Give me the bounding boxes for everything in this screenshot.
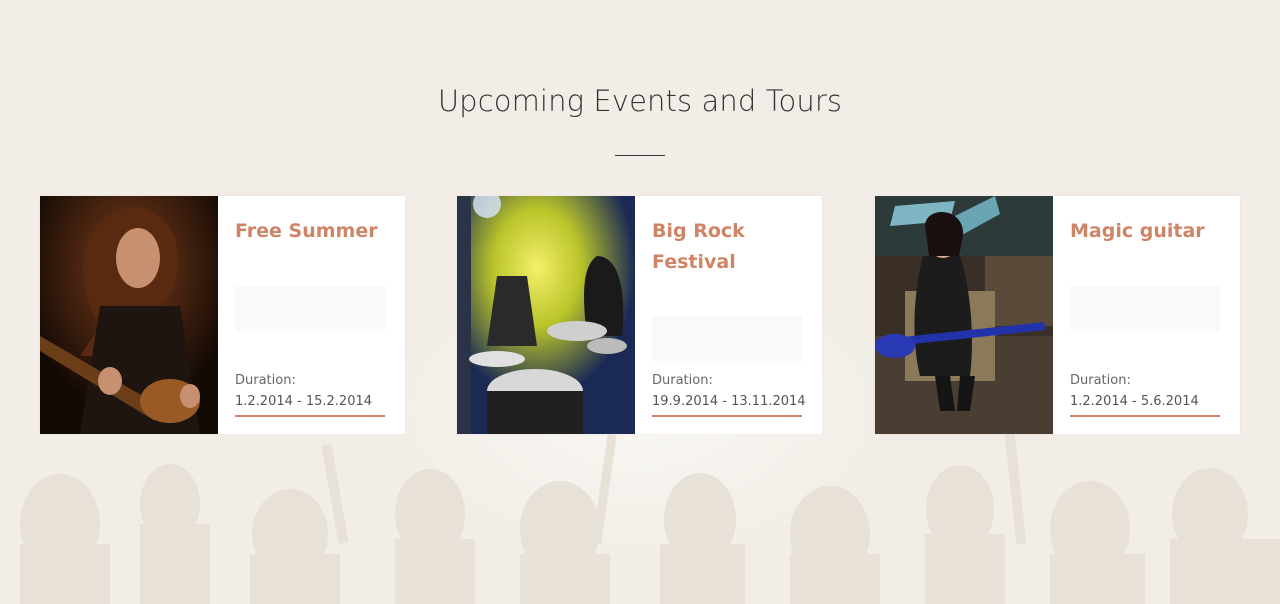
event-card[interactable]: Free Summer Duration: 1.2.2014 - 15.2.20… — [40, 196, 405, 434]
event-excerpt-placeholder — [1070, 286, 1220, 331]
event-photo-woman-guitar[interactable] — [875, 196, 1053, 434]
event-card[interactable]: Magic guitar Duration: 1.2.2014 - 5.6.20… — [875, 196, 1240, 434]
event-excerpt-placeholder — [235, 286, 385, 331]
event-card[interactable]: Big Rock Festival Duration: 19.9.2014 - … — [457, 196, 822, 434]
crowd-silhouette — [20, 423, 1280, 604]
event-title-link[interactable]: Big Rock Festival — [652, 216, 802, 278]
section-title: Upcoming Events and Tours — [437, 84, 843, 118]
accent-underline — [1070, 415, 1220, 417]
title-divider — [615, 155, 665, 156]
event-title-link[interactable]: Free Summer — [235, 216, 385, 247]
event-photo-guitarist[interactable] — [40, 196, 218, 434]
event-title-link[interactable]: Magic guitar — [1070, 216, 1220, 247]
duration-value: 19.9.2014 - 13.11.2014 — [652, 394, 806, 409]
accent-underline — [235, 415, 385, 417]
duration-label: Duration: — [652, 373, 713, 388]
duration-value: 1.2.2014 - 15.2.2014 — [235, 394, 373, 409]
duration-label: Duration: — [1070, 373, 1131, 388]
accent-underline — [652, 415, 802, 417]
event-photo-drummer-stage[interactable] — [457, 196, 635, 434]
duration-label: Duration: — [235, 373, 296, 388]
event-excerpt-placeholder — [652, 316, 802, 361]
duration-value: 1.2.2014 - 5.6.2014 — [1070, 394, 1199, 409]
